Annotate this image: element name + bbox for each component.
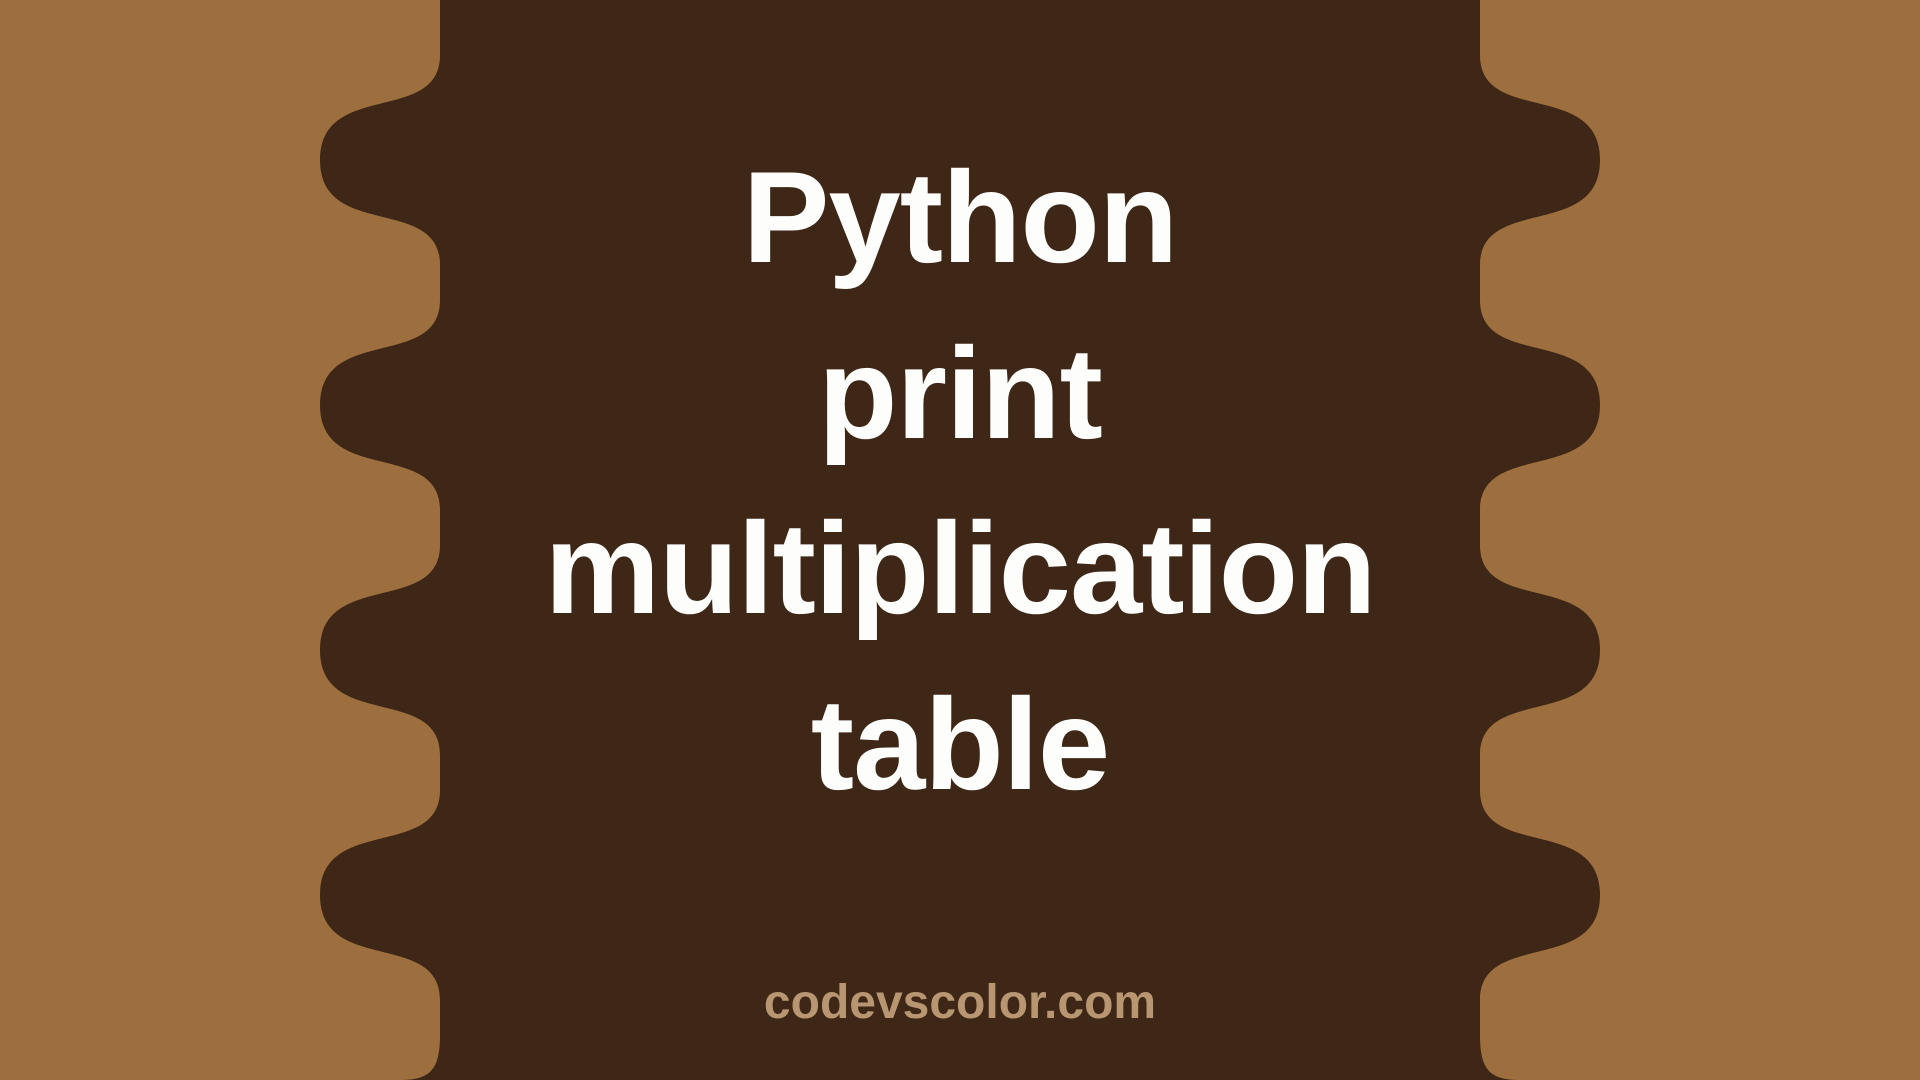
title-line-2: print	[0, 306, 1920, 482]
title-line-1: Python	[0, 130, 1920, 306]
title-line-4: table	[0, 657, 1920, 833]
watermark-text: codevscolor.com	[0, 975, 1920, 1030]
title-line-3: multiplication	[0, 481, 1920, 657]
banner-canvas: Python print multiplication table codevs…	[0, 0, 1920, 1080]
banner-title: Python print multiplication table	[0, 130, 1920, 832]
